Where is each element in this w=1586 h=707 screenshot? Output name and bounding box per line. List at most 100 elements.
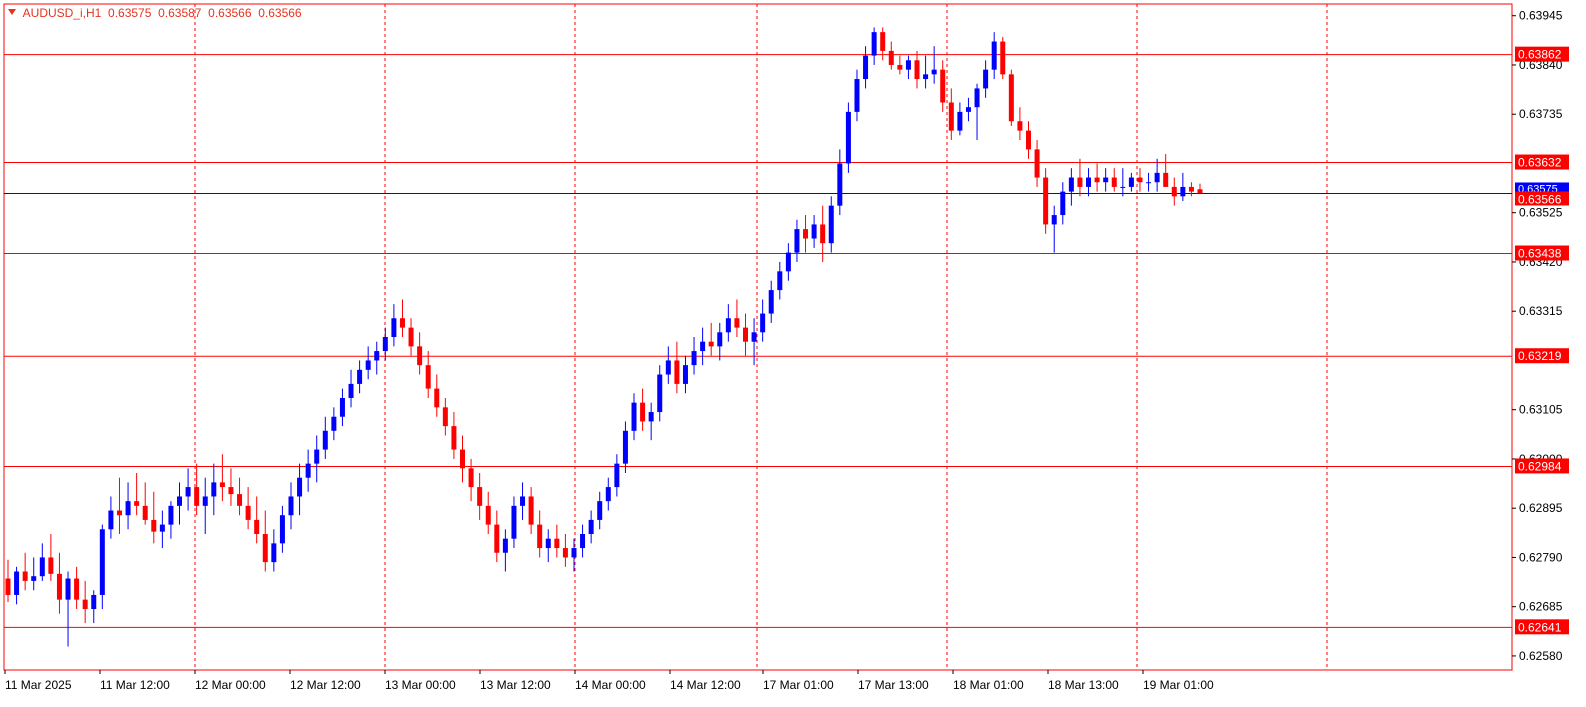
candle[interactable] bbox=[399, 299, 405, 337]
candle[interactable] bbox=[905, 55, 911, 80]
candle[interactable] bbox=[477, 473, 483, 520]
candle[interactable] bbox=[888, 41, 894, 70]
candle[interactable] bbox=[742, 313, 748, 356]
candle[interactable] bbox=[237, 477, 243, 516]
candle[interactable] bbox=[700, 327, 706, 366]
candle[interactable] bbox=[357, 360, 363, 394]
candle[interactable] bbox=[1025, 121, 1031, 159]
candle[interactable] bbox=[760, 299, 766, 342]
candle[interactable] bbox=[837, 149, 843, 216]
candle[interactable] bbox=[1128, 172, 1134, 192]
candle[interactable] bbox=[391, 304, 397, 347]
candle[interactable] bbox=[442, 397, 448, 436]
candle[interactable] bbox=[957, 102, 963, 136]
candle[interactable] bbox=[597, 491, 603, 530]
candle[interactable] bbox=[520, 482, 526, 520]
candle[interactable] bbox=[511, 496, 517, 549]
candle[interactable] bbox=[1163, 154, 1169, 187]
candle[interactable] bbox=[974, 83, 980, 141]
candle[interactable] bbox=[1000, 36, 1006, 80]
candle[interactable] bbox=[1060, 182, 1066, 225]
candle[interactable] bbox=[768, 280, 774, 323]
candle[interactable] bbox=[588, 510, 594, 544]
candle[interactable] bbox=[468, 458, 474, 502]
candle[interactable] bbox=[1034, 140, 1040, 187]
candle[interactable] bbox=[571, 538, 577, 572]
candle[interactable] bbox=[1077, 158, 1083, 197]
candle[interactable] bbox=[1171, 177, 1177, 206]
candle[interactable] bbox=[494, 510, 500, 563]
candle[interactable] bbox=[228, 468, 234, 506]
candle[interactable] bbox=[91, 590, 97, 624]
candle[interactable] bbox=[717, 322, 723, 361]
candle[interactable] bbox=[811, 215, 817, 248]
candle[interactable] bbox=[1043, 168, 1049, 234]
candle[interactable] bbox=[168, 501, 174, 539]
candle[interactable] bbox=[1111, 168, 1117, 192]
candle[interactable] bbox=[614, 454, 620, 497]
candle[interactable] bbox=[14, 566, 20, 605]
candle[interactable] bbox=[794, 219, 800, 262]
candle[interactable] bbox=[923, 55, 929, 89]
candle[interactable] bbox=[648, 402, 654, 441]
candle[interactable] bbox=[194, 463, 200, 516]
candle[interactable] bbox=[940, 60, 946, 112]
candle[interactable] bbox=[948, 88, 954, 141]
candle[interactable] bbox=[254, 496, 260, 544]
candle[interactable] bbox=[751, 318, 757, 366]
candle[interactable] bbox=[279, 505, 285, 553]
candle[interactable] bbox=[339, 388, 345, 427]
candle[interactable] bbox=[134, 473, 140, 516]
candle[interactable] bbox=[5, 559, 11, 602]
candle[interactable] bbox=[580, 524, 586, 558]
candle[interactable] bbox=[425, 351, 431, 398]
candle[interactable] bbox=[382, 327, 388, 361]
candle[interactable] bbox=[622, 421, 628, 474]
candle[interactable] bbox=[65, 571, 71, 647]
candle[interactable] bbox=[39, 543, 45, 581]
candle[interactable] bbox=[305, 449, 311, 492]
candle[interactable] bbox=[854, 69, 860, 122]
candle[interactable] bbox=[1008, 69, 1014, 126]
candle[interactable] bbox=[434, 374, 440, 417]
candle[interactable] bbox=[1137, 168, 1143, 192]
candle[interactable] bbox=[914, 50, 920, 89]
candle[interactable] bbox=[528, 487, 534, 534]
candles[interactable] bbox=[5, 27, 1203, 647]
candle[interactable] bbox=[99, 524, 105, 610]
candle[interactable] bbox=[322, 416, 328, 459]
candle[interactable] bbox=[211, 463, 217, 516]
candle[interactable] bbox=[31, 557, 37, 591]
candle[interactable] bbox=[631, 393, 637, 441]
candle[interactable] bbox=[22, 552, 28, 591]
candle[interactable] bbox=[708, 322, 714, 356]
candle[interactable] bbox=[48, 533, 54, 581]
candle[interactable] bbox=[185, 468, 191, 511]
candle[interactable] bbox=[1146, 172, 1152, 192]
candle[interactable] bbox=[177, 482, 183, 525]
candle[interactable] bbox=[1120, 168, 1126, 197]
candle[interactable] bbox=[142, 482, 148, 525]
candle[interactable] bbox=[657, 365, 663, 422]
candle[interactable] bbox=[1188, 182, 1194, 197]
candle[interactable] bbox=[554, 524, 560, 558]
candle[interactable] bbox=[116, 477, 122, 534]
candle[interactable] bbox=[56, 552, 62, 614]
candle[interactable] bbox=[1086, 168, 1092, 197]
candle[interactable] bbox=[297, 463, 303, 516]
candle[interactable] bbox=[880, 27, 886, 61]
candle[interactable] bbox=[108, 496, 114, 539]
candle[interactable] bbox=[74, 566, 80, 610]
candle[interactable] bbox=[845, 102, 851, 173]
candle[interactable] bbox=[314, 435, 320, 483]
candle[interactable] bbox=[1197, 183, 1203, 194]
candle[interactable] bbox=[605, 477, 611, 511]
candle[interactable] bbox=[82, 580, 88, 624]
candle[interactable] bbox=[151, 491, 157, 544]
candle[interactable] bbox=[1017, 107, 1023, 141]
candle[interactable] bbox=[691, 337, 697, 375]
candle[interactable] bbox=[734, 299, 740, 337]
candle[interactable] bbox=[485, 491, 491, 534]
candle[interactable] bbox=[1051, 205, 1057, 253]
candle[interactable] bbox=[1103, 168, 1109, 192]
